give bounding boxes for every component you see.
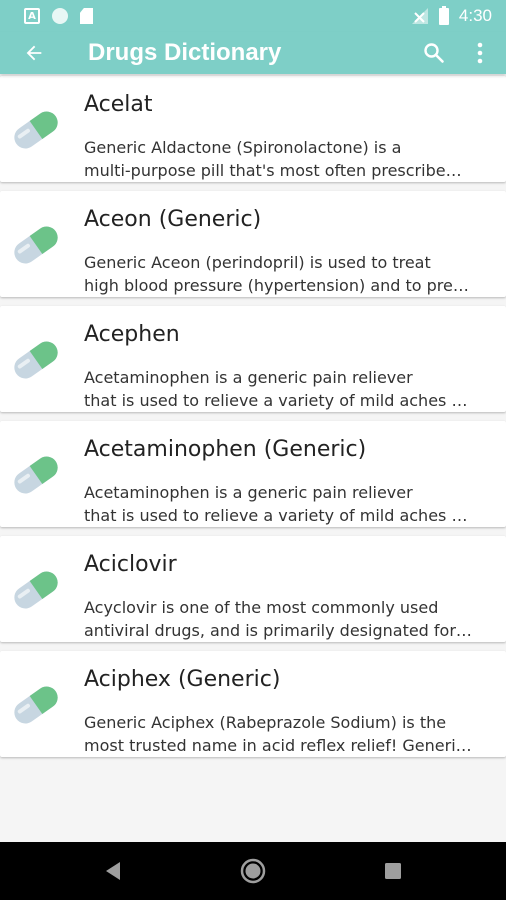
list-item[interactable]: Aciphex (Generic) Generic Aciphex (Rabep… [0,651,506,757]
page-title: Drugs Dictionary [88,39,282,66]
nav-recents-button[interactable] [364,842,422,900]
more-options-button[interactable] [460,33,500,73]
drug-name: Acelat [84,92,153,117]
sd-card-icon [80,8,93,24]
description-line: Generic Aciphex (Rabeprazole Sodium) is … [84,713,447,732]
drug-description: Generic Aldactone (Spironolactone) is a … [84,136,494,182]
drug-name: Acephen [84,322,180,347]
nav-back-button[interactable] [84,842,142,900]
drug-description: Acyclovir is one of the most commonly us… [84,596,494,642]
pill-icon [14,571,58,609]
description-line: Acetaminophen is a generic pain reliever [84,368,413,387]
drug-description: Acetaminophen is a generic pain reliever… [84,366,494,412]
description-line: Generic Aceon (perindopril) is used to t… [84,253,431,272]
drug-name: Aceon (Generic) [84,207,262,232]
app-notification-icon: A [24,8,40,24]
pill-icon [14,686,58,724]
app-bar: Drugs Dictionary [0,32,506,74]
search-button[interactable] [414,33,454,73]
drug-list: Acelat Generic Aldactone (Spironolactone… [0,76,506,766]
drug-name: Acetaminophen (Generic) [84,437,367,462]
pill-icon [14,111,58,149]
description-line: antiviral drugs, and is primarily design… [84,621,472,640]
battery-icon [438,5,449,25]
drug-description: Generic Aciphex (Rabeprazole Sodium) is … [84,711,494,757]
list-item[interactable]: Aciclovir Acyclovir is one of the most c… [0,536,506,642]
back-button[interactable] [16,35,52,71]
list-item[interactable]: Acetaminophen (Generic) Acetaminophen is… [0,421,506,527]
nav-back-icon [106,862,120,880]
drug-name: Aciphex (Generic) [84,667,281,692]
signal-off-icon [411,8,428,24]
notification-icons: A [24,8,93,24]
clock: 4:30 [458,6,492,25]
description-line: that is used to relieve a variety of mil… [84,391,468,410]
search-icon [424,43,444,63]
system-icons: 4:30 [411,5,492,26]
list-item[interactable]: Aceon (Generic) Generic Aceon (perindopr… [0,191,506,297]
description-line: Acetaminophen is a generic pain reliever [84,483,413,502]
list-item[interactable]: Acephen Acetaminophen is a generic pain … [0,306,506,412]
system-nav-bar [0,842,506,900]
description-line: that is used to relieve a variety of mil… [84,506,468,525]
description-line: Acyclovir is one of the most commonly us… [84,598,439,617]
nav-home-icon [240,858,266,884]
circle-notification-icon [52,8,68,24]
list-item[interactable]: Acelat Generic Aldactone (Spironolactone… [0,76,506,182]
description-line: high blood pressure (hypertension) and t… [84,276,469,295]
status-bar: A 4:30 [0,0,506,32]
description-line: multi-purpose pill that's most often pre… [84,161,462,180]
drug-description: Acetaminophen is a generic pain reliever… [84,481,494,527]
pill-icon [14,456,58,494]
nav-home-button[interactable] [224,842,282,900]
drug-name: Aciclovir [84,552,177,577]
description-line: Generic Aldactone (Spironolactone) is a [84,138,402,157]
app-bar-actions [414,33,506,73]
arrow-back-icon [26,45,42,61]
more-vert-icon [477,42,483,64]
pill-icon [14,341,58,379]
drug-description: Generic Aceon (perindopril) is used to t… [84,251,494,297]
description-line: most trusted name in acid reflex relief!… [84,736,472,755]
nav-recents-icon [385,863,401,879]
pill-icon [14,226,58,264]
